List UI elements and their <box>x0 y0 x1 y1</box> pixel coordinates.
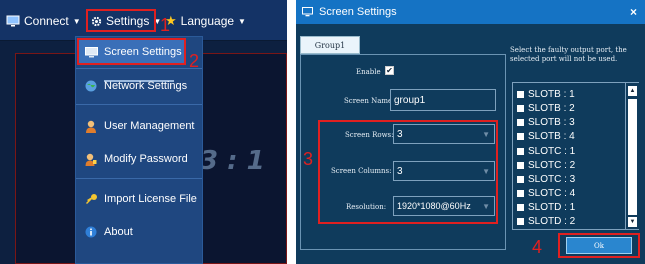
dialog-title: Screen Settings <box>319 6 397 18</box>
port-list: SLOTB : 1 SLOTB : 2 SLOTB : 3 SLOTB : 4 … <box>512 82 639 230</box>
scroll-up-icon[interactable]: ▲ <box>628 86 637 96</box>
port-checkbox[interactable] <box>517 203 524 211</box>
close-icon[interactable]: × <box>630 5 637 19</box>
port-list-scrollbar[interactable]: ▲ ▼ <box>625 83 639 229</box>
ok-button[interactable]: Ok <box>566 237 632 254</box>
canvas-screen-label: 3 : 1 <box>200 146 265 176</box>
password-icon <box>85 153 97 166</box>
screen-rows-select[interactable]: 3 ▼ <box>393 124 495 144</box>
screen-columns-select[interactable]: 3 ▼ <box>393 161 495 181</box>
screen-rows-label: Screen Rows: <box>345 131 394 139</box>
port-label: SLOTC : 2 <box>528 159 576 171</box>
port-item[interactable]: SLOTB : 1 <box>517 88 575 100</box>
menu-item-import-license[interactable]: Import License File <box>76 188 202 210</box>
enable-checkbox[interactable]: ✔ <box>385 66 394 75</box>
menu-item-modify-password[interactable]: Modify Password <box>76 148 202 170</box>
chevron-down-icon: ▼ <box>72 16 81 26</box>
chevron-down-icon: ▼ <box>482 129 490 139</box>
port-item[interactable]: SLOTB : 4 <box>517 130 575 142</box>
language-label: Language <box>180 14 235 28</box>
port-checkbox[interactable] <box>517 175 524 183</box>
scrollbar-thumb[interactable] <box>628 99 637 215</box>
screen-icon <box>84 46 98 57</box>
key-icon <box>85 194 97 204</box>
menu-item-label: About <box>104 226 133 238</box>
menu-item-label: Modify Password <box>104 153 188 165</box>
enable-label: Enable <box>356 68 381 76</box>
menu-item-label: Import License File <box>104 193 197 205</box>
port-checkbox[interactable] <box>517 90 524 98</box>
port-item[interactable]: SLOTB : 2 <box>517 102 575 114</box>
port-label: SLOTC : 1 <box>528 145 576 157</box>
faulty-port-hint: Select the faulty output port, the selec… <box>510 46 627 63</box>
port-label: SLOTD : 2 <box>528 215 576 227</box>
menu-item-label: Screen Settings <box>104 46 182 58</box>
port-checkbox[interactable] <box>517 189 524 197</box>
chevron-down-icon: ▼ <box>238 16 246 26</box>
dialog-titlebar: Screen Settings × <box>296 0 645 24</box>
chevron-down-icon: ▼ <box>482 166 490 176</box>
menu-item-label: User Management <box>104 120 195 132</box>
menu-item-screen-settings[interactable]: Screen Settings <box>76 41 185 63</box>
annotation-number: 3 <box>303 149 314 169</box>
info-icon <box>85 226 97 238</box>
port-label: SLOTC : 4 <box>528 187 576 199</box>
user-icon <box>86 120 96 133</box>
port-label: SLOTC : 3 <box>528 173 576 185</box>
language-menu[interactable]: ★ Language ▼ <box>165 13 246 29</box>
resolution-label: Resolution: <box>346 203 387 211</box>
ok-button-highlight: Ok <box>558 233 640 258</box>
screen-columns-label: Screen Columns: <box>331 167 392 175</box>
connect-menu[interactable]: Connect ▼ <box>6 13 81 29</box>
menu-item-label: Network Settings <box>104 80 188 92</box>
port-item[interactable]: SLOTB : 3 <box>517 116 575 128</box>
connect-label: Connect <box>24 14 69 28</box>
port-checkbox[interactable] <box>517 104 524 112</box>
menu-divider <box>76 178 202 179</box>
port-item[interactable]: SLOTC : 4 <box>517 187 575 199</box>
tab-group1[interactable]: Group1 <box>300 36 360 54</box>
port-checkbox[interactable] <box>517 161 524 169</box>
menu-item-user-management[interactable]: User Management <box>76 115 202 137</box>
port-item[interactable]: SLOTD : 1 <box>517 201 575 213</box>
menu-item-about[interactable]: About <box>76 221 202 243</box>
port-item[interactable]: SLOTC : 2 <box>517 159 575 171</box>
port-label: SLOTB : 3 <box>528 116 575 128</box>
menu-divider <box>76 68 202 69</box>
port-item[interactable]: SLOTC : 1 <box>517 145 575 157</box>
port-checkbox[interactable] <box>517 118 524 126</box>
chevron-down-icon: ▼ <box>482 201 490 211</box>
port-label: SLOTD : 1 <box>528 201 576 213</box>
highlight-box-settings <box>86 9 156 32</box>
menu-divider <box>76 104 202 105</box>
main-window-left: Connect ▼ Settings ▼ ★ Language ▼ 1 3 : … <box>0 0 287 264</box>
scroll-down-icon[interactable]: ▼ <box>628 217 637 227</box>
port-label: SLOTB : 2 <box>528 102 575 114</box>
check-icon: ✔ <box>386 65 393 75</box>
monitor-icon <box>6 15 20 27</box>
port-item[interactable]: SLOTC : 3 <box>517 173 575 185</box>
port-checkbox[interactable] <box>517 147 524 155</box>
menu-item-network-settings[interactable]: Network Settings <box>76 75 202 97</box>
monitor-icon <box>302 7 313 17</box>
port-item[interactable]: SLOTD : 2 <box>517 215 575 227</box>
port-checkbox[interactable] <box>517 132 524 140</box>
port-checkbox[interactable] <box>517 217 524 225</box>
annotation-number: 1 <box>160 15 171 35</box>
resolution-value: 1920*1080@60Hz <box>397 201 471 211</box>
screen-name-label: Screen Name <box>344 97 393 105</box>
resolution-select[interactable]: 1920*1080@60Hz ▼ <box>393 196 495 216</box>
screen-rows-value: 3 <box>397 128 403 140</box>
screen-name-input[interactable]: group1 <box>390 89 496 111</box>
port-label: SLOTB : 1 <box>528 88 575 100</box>
screen-settings-dialog: Screen Settings × Group1 Enable ✔ Screen… <box>296 0 645 264</box>
screen-columns-value: 3 <box>397 165 403 177</box>
network-icon <box>85 80 97 92</box>
annotation-number: 4 <box>532 237 543 257</box>
annotation-number: 2 <box>189 51 200 71</box>
port-label: SLOTB : 4 <box>528 130 575 142</box>
